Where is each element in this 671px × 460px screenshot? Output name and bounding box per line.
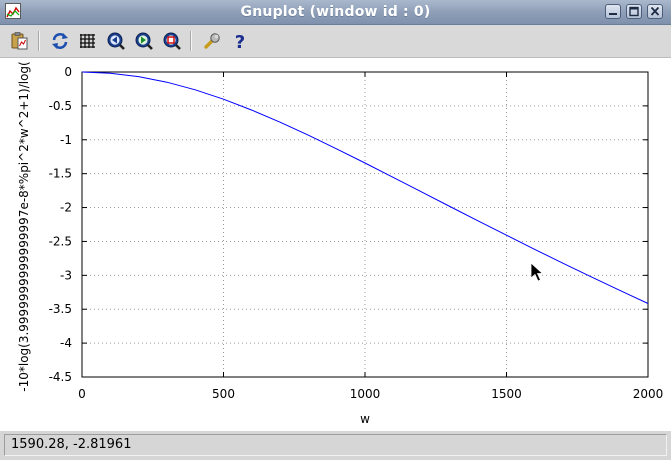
minimize-icon bbox=[609, 13, 617, 15]
status-bar: 1590.28, -2.81961 bbox=[0, 431, 671, 460]
minimize-button[interactable] bbox=[605, 4, 621, 19]
y-tick-label: -0.5 bbox=[49, 99, 72, 113]
y-tick-label: -4.5 bbox=[49, 370, 72, 384]
replot-button[interactable] bbox=[49, 30, 71, 52]
y-tick-label: -4 bbox=[60, 336, 72, 350]
toolbar: ? bbox=[0, 25, 671, 58]
maximize-icon bbox=[629, 6, 639, 17]
zoom-next-button[interactable] bbox=[133, 30, 155, 52]
settings-button[interactable] bbox=[201, 30, 223, 52]
coordinate-readout: 1590.28, -2.81961 bbox=[4, 434, 667, 456]
close-button[interactable] bbox=[647, 4, 663, 19]
y-tick-label: -3 bbox=[60, 268, 72, 282]
zoom-previous-icon bbox=[107, 32, 125, 50]
x-tick-label: 1000 bbox=[350, 387, 381, 401]
autoscale-button[interactable] bbox=[161, 30, 183, 52]
grid-icon bbox=[80, 34, 95, 48]
settings-wrench-icon bbox=[204, 33, 220, 49]
y-tick-label: -2 bbox=[60, 201, 72, 215]
y-axis-label: -10*log(3.9999999999999997e-8*%pi^2*w^2+… bbox=[17, 61, 31, 391]
y-tick-label: -2.5 bbox=[49, 234, 72, 248]
copy-clipboard-icon bbox=[11, 32, 28, 50]
chart-svg[interactable]: 0 500 1000 1500 2000 0 -0.5 -1 -1.5 -2 -2.5 -3 -3.5 -… bbox=[0, 58, 671, 431]
x-tick-label: 2000 bbox=[633, 387, 664, 401]
toolbar-separator bbox=[190, 31, 192, 51]
maximize-button[interactable] bbox=[626, 4, 642, 19]
close-icon bbox=[650, 6, 660, 16]
zoom-autoscale-icon bbox=[163, 32, 181, 50]
zoom-previous-button[interactable] bbox=[105, 30, 127, 52]
title-bar: Gnuplot (window id : 0) bbox=[0, 0, 671, 25]
y-tick-label: -3.5 bbox=[49, 302, 72, 316]
x-axis-label: w bbox=[360, 412, 370, 426]
copy-clipboard-button[interactable] bbox=[9, 30, 31, 52]
y-tick-label: -1 bbox=[60, 133, 72, 147]
plot-canvas[interactable]: 0 500 1000 1500 2000 0 -0.5 -1 -1.5 -2 -2.5 -3 -3.5 -… bbox=[0, 58, 671, 431]
x-tick-label: 1500 bbox=[491, 387, 522, 401]
window-title: Gnuplot (window id : 0) bbox=[240, 4, 431, 20]
zoom-next-icon bbox=[135, 32, 153, 50]
replot-icon bbox=[52, 33, 68, 49]
y-tick-label: 0 bbox=[64, 65, 72, 79]
toolbar-separator bbox=[38, 31, 40, 51]
svg-text:?: ? bbox=[235, 32, 245, 52]
help-button[interactable]: ? bbox=[229, 30, 251, 52]
mouse-cursor-icon bbox=[530, 262, 544, 282]
grid-toggle-button[interactable] bbox=[77, 30, 99, 52]
x-tick-label: 500 bbox=[212, 387, 235, 401]
x-tick-label: 0 bbox=[78, 387, 86, 401]
help-icon: ? bbox=[235, 32, 245, 52]
y-tick-label: -1.5 bbox=[49, 167, 72, 181]
